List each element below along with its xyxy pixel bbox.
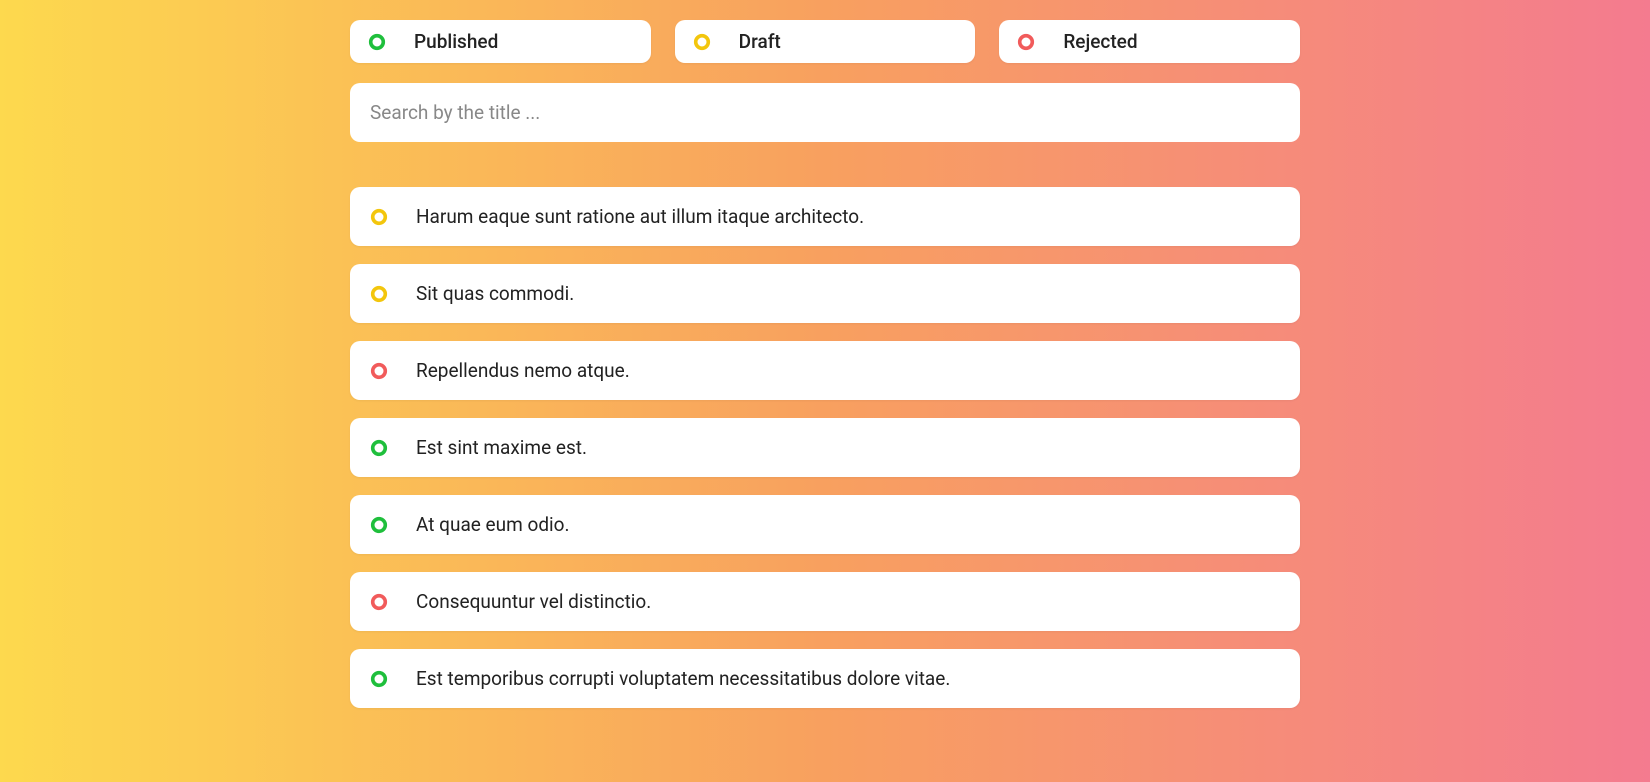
list-item[interactable]: At quae eum odio. [350, 495, 1300, 554]
status-circle-icon [370, 439, 388, 457]
list-item[interactable]: Consequuntur vel distinctio. [350, 572, 1300, 631]
filter-published[interactable]: Published [350, 20, 651, 63]
list-item[interactable]: Est temporibus corrupti voluptatem neces… [350, 649, 1300, 708]
item-title: Sit quas commodi. [416, 282, 574, 305]
status-circle-icon [370, 593, 388, 611]
item-list: Harum eaque sunt ratione aut illum itaqu… [350, 187, 1300, 708]
status-circle-icon [370, 362, 388, 380]
item-title: Est sint maxime est. [416, 436, 587, 459]
search-input[interactable] [350, 83, 1300, 142]
filter-rejected[interactable]: Rejected [999, 20, 1300, 63]
list-item[interactable]: Repellendus nemo atque. [350, 341, 1300, 400]
filter-label: Published [414, 30, 498, 53]
list-item[interactable]: Harum eaque sunt ratione aut illum itaqu… [350, 187, 1300, 246]
main-container: Published Draft Rejected Harum eaque sun… [350, 20, 1300, 708]
status-circle-icon [370, 285, 388, 303]
list-item[interactable]: Est sint maxime est. [350, 418, 1300, 477]
status-circle-icon [370, 516, 388, 534]
item-title: Repellendus nemo atque. [416, 359, 630, 382]
filter-label: Draft [739, 30, 781, 53]
filter-label: Rejected [1063, 30, 1137, 53]
status-circle-icon [693, 33, 711, 51]
filter-draft[interactable]: Draft [675, 20, 976, 63]
list-item[interactable]: Sit quas commodi. [350, 264, 1300, 323]
status-circle-icon [1017, 33, 1035, 51]
item-title: Harum eaque sunt ratione aut illum itaqu… [416, 205, 864, 228]
status-circle-icon [370, 208, 388, 226]
item-title: Est temporibus corrupti voluptatem neces… [416, 667, 950, 690]
item-title: Consequuntur vel distinctio. [416, 590, 651, 613]
filter-row: Published Draft Rejected [350, 20, 1300, 63]
item-title: At quae eum odio. [416, 513, 570, 536]
status-circle-icon [370, 670, 388, 688]
status-circle-icon [368, 33, 386, 51]
